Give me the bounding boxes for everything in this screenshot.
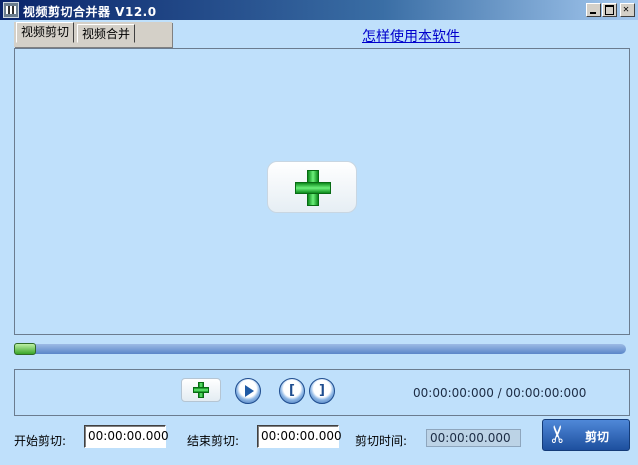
- progress-handle[interactable]: [14, 343, 36, 355]
- start-time-field[interactable]: 00:00:00.000: [84, 425, 169, 448]
- set-start-button[interactable]: [: [279, 378, 305, 404]
- maximize-button[interactable]: [602, 3, 617, 17]
- add-plus-icon: [295, 170, 331, 206]
- duration-value: 00:00:00.000: [426, 429, 521, 447]
- add-video-button[interactable]: [267, 161, 357, 213]
- tab-bar: 视频剪切 视频合并: [14, 22, 172, 47]
- title-bar: 视频剪切合并器 V12.0: [0, 0, 638, 20]
- tab-video-cut[interactable]: 视频剪切: [16, 22, 75, 43]
- add-file-button[interactable]: [181, 378, 221, 402]
- cut-button-label: 剪切: [585, 430, 610, 444]
- tab-video-merge[interactable]: 视频合并: [77, 24, 136, 43]
- set-end-button[interactable]: ]: [309, 378, 335, 404]
- cut-button[interactable]: 剪切: [542, 419, 630, 451]
- time-display: 00:00:00:000 / 00:00:00:000: [413, 386, 587, 400]
- playback-controls: [ ] 00:00:00:000 / 00:00:00:000: [14, 369, 630, 416]
- progress-slider[interactable]: [14, 343, 626, 355]
- start-cut-label: 开始剪切:: [14, 434, 67, 448]
- scissors-icon: [548, 422, 572, 448]
- minimize-button[interactable]: [586, 3, 601, 17]
- video-preview-area: [14, 48, 630, 335]
- duration-label: 剪切时间:: [355, 434, 408, 448]
- add-plus-icon: [193, 382, 209, 398]
- end-time-field[interactable]: 00:00:00.000: [257, 425, 342, 448]
- help-link[interactable]: 怎样使用本软件: [362, 26, 460, 46]
- end-cut-label: 结束剪切:: [187, 434, 240, 448]
- close-button[interactable]: [620, 3, 635, 17]
- play-button[interactable]: [235, 378, 261, 404]
- window-title: 视频剪切合并器 V12.0: [23, 5, 157, 19]
- film-icon: [3, 2, 19, 18]
